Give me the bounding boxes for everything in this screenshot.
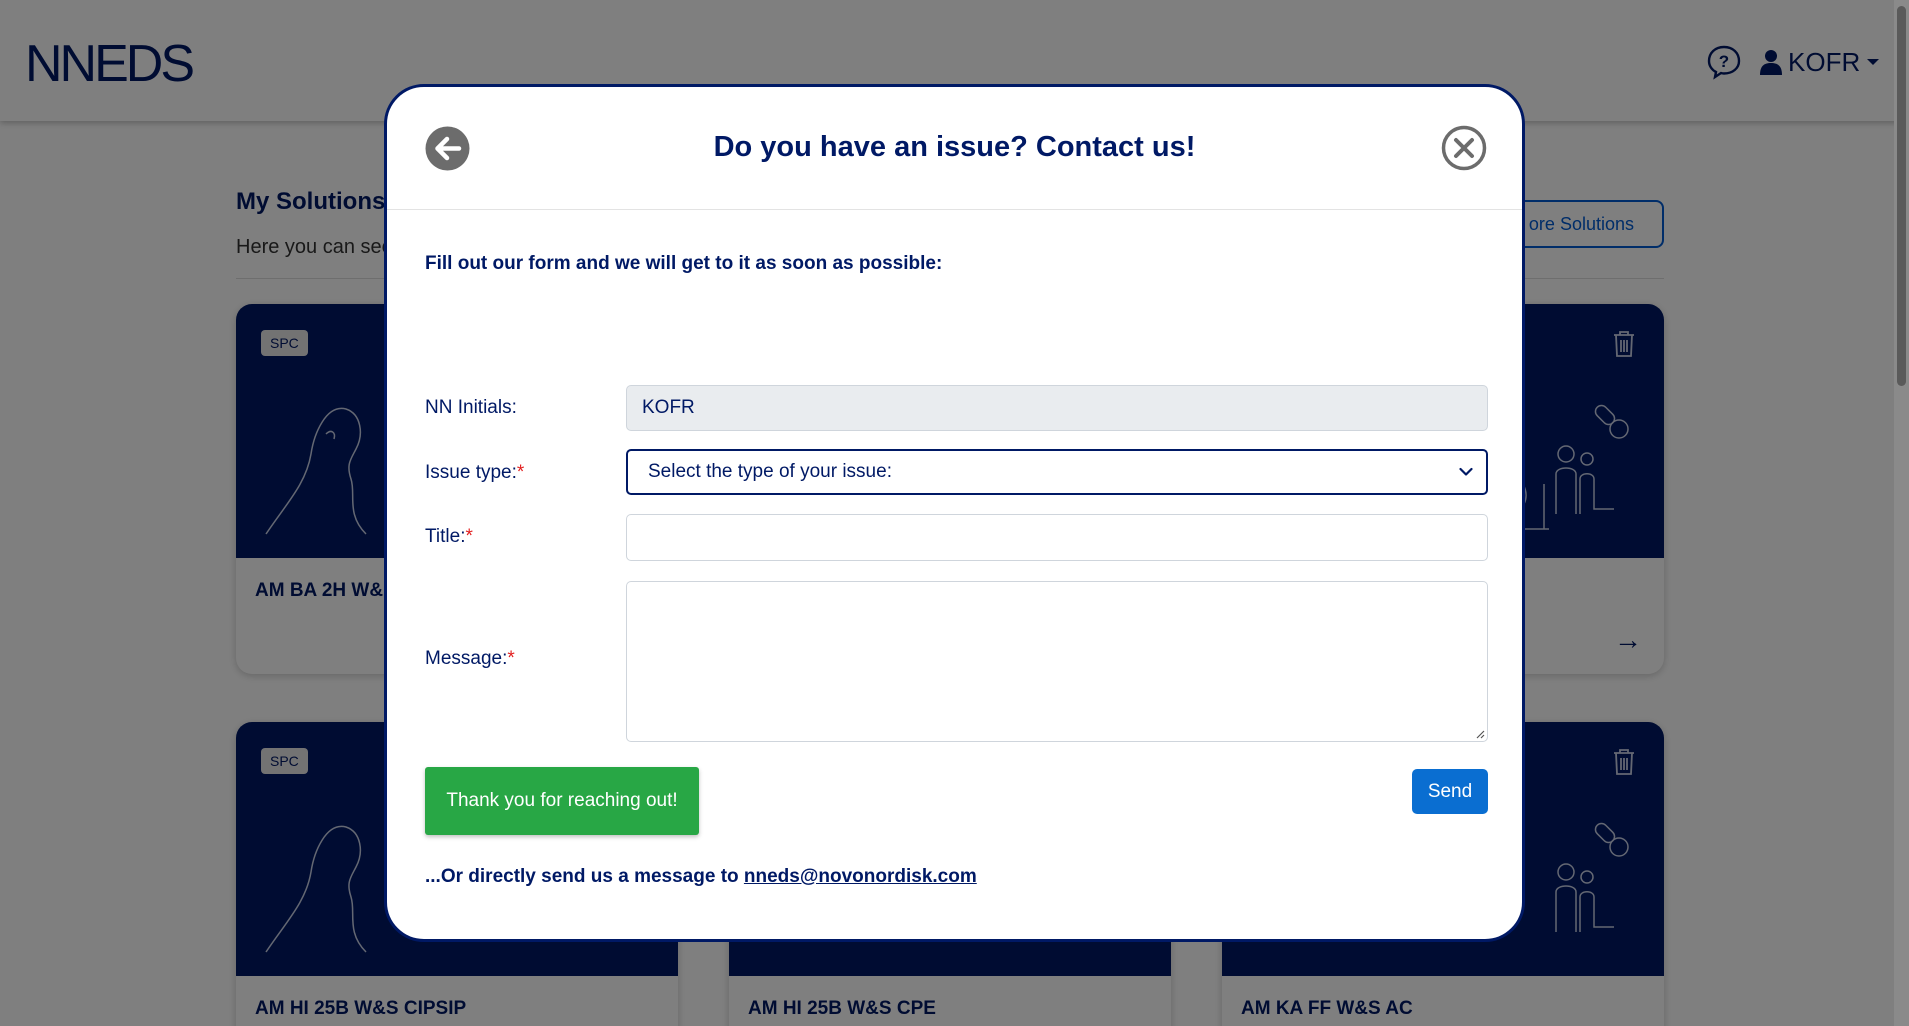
title-input[interactable] [626, 514, 1488, 561]
initials-field: KOFR [626, 385, 1488, 431]
direct-contact-text: ...Or directly send us a message to nned… [425, 866, 977, 888]
scrollbar[interactable] [1894, 0, 1909, 1026]
required-marker: * [507, 648, 515, 669]
message-label: Message:* [425, 648, 515, 669]
modal-header: Do you have an issue? Contact us! [387, 87, 1522, 210]
contact-email-link[interactable]: nneds@novonordisk.com [744, 866, 977, 887]
message-textarea[interactable] [626, 581, 1488, 742]
resize-handle-icon[interactable] [1473, 727, 1485, 739]
direct-contact-prefix: ...Or directly send us a message to [425, 866, 744, 887]
modal-title: Do you have an issue? Contact us! [713, 131, 1196, 163]
issue-type-selected: Select the type of your issue: [648, 461, 892, 482]
chevron-down-icon [1459, 467, 1473, 476]
send-button[interactable]: Send [1412, 769, 1488, 814]
required-marker: * [516, 462, 525, 483]
contact-modal: Do you have an issue? Contact us! Fill o… [384, 84, 1525, 942]
success-message: Thank you for reaching out! [425, 767, 699, 835]
form-intro: Fill out our form and we will get to it … [425, 253, 943, 274]
issue-type-select[interactable]: Select the type of your issue: [626, 449, 1488, 495]
issue-type-label: Issue type:* [425, 462, 525, 483]
initials-label: NN Initials: [425, 397, 517, 418]
close-icon[interactable] [1441, 125, 1487, 171]
title-label: Title:* [425, 526, 473, 547]
scrollbar-thumb[interactable] [1897, 6, 1906, 386]
required-marker: * [465, 526, 473, 547]
